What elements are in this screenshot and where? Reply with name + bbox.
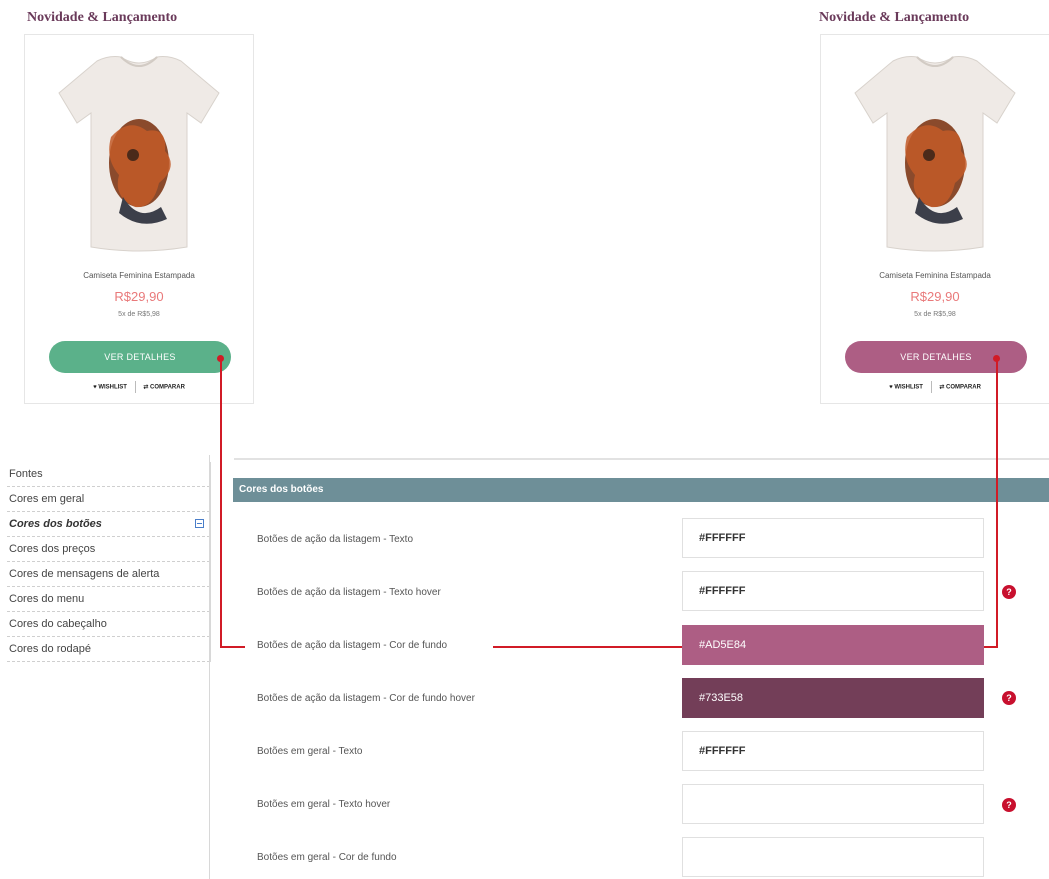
sidebar-item-label: Cores do menu bbox=[9, 593, 85, 605]
settings-sidebar: Fontes Cores em geral Cores dos botões C… bbox=[7, 462, 211, 662]
wishlist-link[interactable]: ♥ WISHLIST bbox=[93, 385, 127, 391]
field-label: Botões em geral - Texto bbox=[257, 746, 363, 757]
color-input[interactable]: #FFFFFF bbox=[682, 731, 984, 771]
sidebar-item-label: Cores dos preços bbox=[9, 543, 96, 555]
annotation-line-middle bbox=[493, 646, 682, 648]
sidebar-item-label: Cores de mensagens de alerta bbox=[9, 568, 160, 580]
sidebar-border bbox=[209, 455, 210, 879]
annotation-line-right-vertical bbox=[996, 359, 998, 648]
color-input[interactable] bbox=[682, 837, 984, 877]
installments-text: 5x de R$5,98 bbox=[914, 311, 956, 318]
product-price: R$29,90 bbox=[910, 289, 960, 304]
sidebar-item-label: Cores do cabeçalho bbox=[9, 618, 107, 630]
divider bbox=[134, 381, 136, 393]
sidebar-item-label: Cores do rodapé bbox=[9, 643, 91, 655]
sidebar-item-label: Fontes bbox=[9, 468, 43, 480]
installments-text: 5x de R$5,98 bbox=[118, 311, 160, 318]
compare-label: COMPARAR bbox=[946, 384, 981, 391]
question-mark-icon[interactable]: ? bbox=[1002, 585, 1016, 599]
wishlist-label: WISHLIST bbox=[894, 384, 923, 391]
annotation-line-left-vertical bbox=[220, 359, 222, 647]
minus-square-icon[interactable] bbox=[195, 519, 204, 528]
sidebar-item-general-colors[interactable]: Cores em geral bbox=[7, 487, 210, 512]
color-input[interactable]: #AD5E84 bbox=[682, 625, 984, 665]
question-mark-icon[interactable]: ? bbox=[1002, 798, 1016, 812]
annotation-line-right-horizontal bbox=[984, 646, 998, 648]
field-label: Botões em geral - Texto hover bbox=[257, 799, 391, 810]
swap-arrows-icon: ⇄ bbox=[143, 384, 149, 391]
heart-icon: ♥ bbox=[93, 384, 97, 391]
product-image[interactable] bbox=[49, 47, 229, 259]
field-label: Botões em geral - Cor de fundo bbox=[257, 852, 397, 863]
annotation-line-left-horizontal bbox=[220, 646, 245, 648]
field-label: Botões de ação da listagem - Texto bbox=[257, 534, 414, 545]
divider bbox=[930, 381, 932, 393]
view-details-button[interactable]: VER DETALHES bbox=[49, 341, 231, 373]
heart-icon: ♥ bbox=[889, 384, 893, 391]
product-card-right: Camiseta Feminina Estampada R$29,90 5x d… bbox=[820, 34, 1049, 404]
panel-top-rule bbox=[234, 458, 1049, 460]
compare-link[interactable]: ⇄ COMPARAR bbox=[143, 385, 185, 391]
product-actions: ♥ WISHLIST ⇄ COMPARAR bbox=[821, 381, 1049, 393]
sidebar-item-price-colors[interactable]: Cores dos preços bbox=[7, 537, 210, 562]
color-input[interactable]: #FFFFFF bbox=[682, 518, 984, 558]
section-title-right: Novidade & Lançamento bbox=[819, 10, 970, 25]
sidebar-item-menu-colors[interactable]: Cores do menu bbox=[7, 587, 210, 612]
sidebar-item-header-colors[interactable]: Cores do cabeçalho bbox=[7, 612, 210, 637]
compare-label: COMPARAR bbox=[150, 384, 185, 391]
product-name[interactable]: Camiseta Feminina Estampada bbox=[25, 271, 253, 280]
product-actions: ♥ WISHLIST ⇄ COMPARAR bbox=[25, 381, 253, 393]
swap-arrows-icon: ⇄ bbox=[939, 384, 945, 391]
sidebar-item-footer-colors[interactable]: Cores do rodapé bbox=[7, 637, 210, 662]
sidebar-item-fonts[interactable]: Fontes bbox=[7, 462, 210, 487]
color-input[interactable]: #733E58 bbox=[682, 678, 984, 718]
product-image[interactable] bbox=[845, 47, 1025, 259]
sidebar-item-button-colors[interactable]: Cores dos botões bbox=[7, 512, 210, 537]
compare-link[interactable]: ⇄ COMPARAR bbox=[939, 385, 981, 391]
sidebar-item-alert-colors[interactable]: Cores de mensagens de alerta bbox=[7, 562, 210, 587]
field-label: Botões de ação da listagem - Cor de fund… bbox=[257, 640, 448, 651]
field-label: Botões de ação da listagem - Cor de fund… bbox=[257, 693, 475, 704]
wishlist-label: WISHLIST bbox=[98, 384, 127, 391]
sidebar-item-label: Cores dos botões bbox=[9, 518, 102, 530]
color-input[interactable] bbox=[682, 784, 984, 824]
color-input[interactable]: #FFFFFF bbox=[682, 571, 984, 611]
product-price: R$29,90 bbox=[114, 289, 164, 304]
wishlist-link[interactable]: ♥ WISHLIST bbox=[889, 385, 923, 391]
product-name[interactable]: Camiseta Feminina Estampada bbox=[821, 271, 1049, 280]
field-label: Botões de ação da listagem - Texto hover bbox=[257, 587, 441, 598]
product-card-left: Camiseta Feminina Estampada R$29,90 5x d… bbox=[24, 34, 254, 404]
panel-header: Cores dos botões bbox=[233, 478, 1049, 502]
sidebar-item-label: Cores em geral bbox=[9, 493, 85, 505]
question-mark-icon[interactable]: ? bbox=[1002, 691, 1016, 705]
section-title-left: Novidade & Lançamento bbox=[27, 10, 178, 25]
